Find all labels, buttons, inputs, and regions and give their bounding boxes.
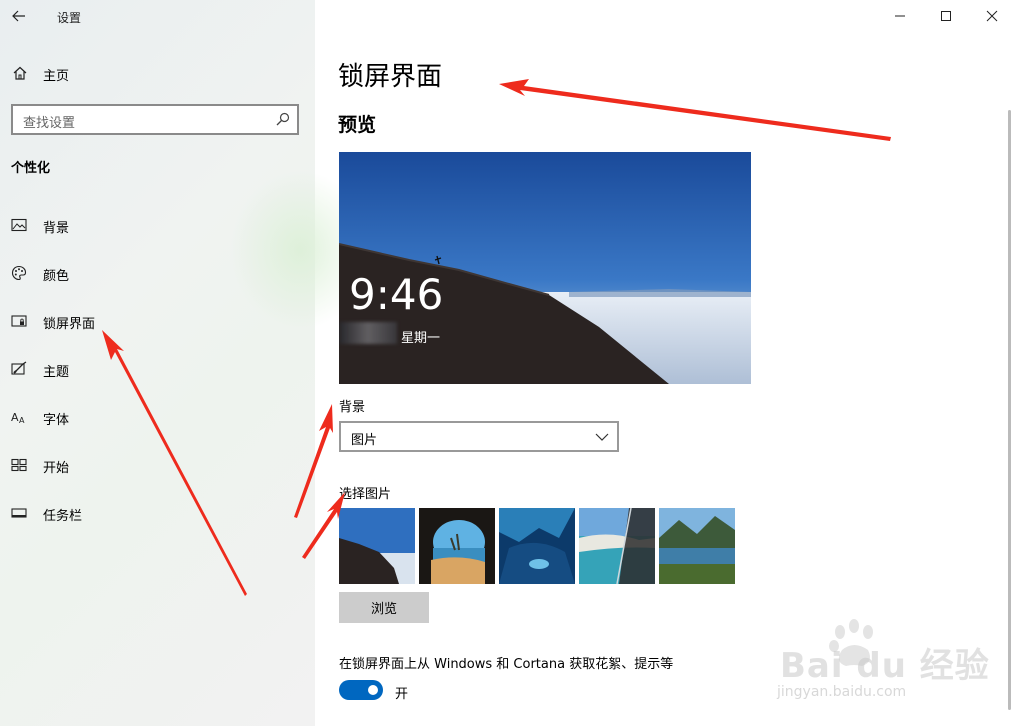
home-label: 主页 <box>43 69 70 84</box>
picture-thumbnail-3[interactable] <box>499 508 575 584</box>
back-button[interactable] <box>6 4 32 28</box>
minimize-button[interactable] <box>877 0 923 32</box>
picture-icon <box>11 218 27 232</box>
lockscreen-time: 9:46 <box>349 270 444 319</box>
background-select[interactable]: 图片 <box>339 421 619 452</box>
home-icon <box>13 66 27 80</box>
tips-toggle-state: 开 <box>395 687 409 702</box>
sidebar: 设置 主页 查找设置 个性化 背景 颜色 锁屏界面 主题 AA 字体 开始 任务… <box>0 0 370 726</box>
sidebar-item-fonts[interactable]: AA 字体 <box>0 400 315 434</box>
picture-thumbnail-2[interactable] <box>419 508 495 584</box>
sidebar-item-label: 开始 <box>43 461 70 476</box>
back-arrow-icon <box>12 10 25 22</box>
background-select-value: 图片 <box>351 433 378 448</box>
close-icon <box>986 10 998 22</box>
choose-picture-label: 选择图片 <box>339 487 392 502</box>
tips-toggle[interactable] <box>339 680 383 700</box>
sidebar-item-label: 锁屏界面 <box>43 317 96 332</box>
lockscreen-icon <box>11 315 27 327</box>
search-placeholder: 查找设置 <box>23 116 76 131</box>
lockscreen-preview: 9:46 星期一 <box>339 152 751 384</box>
thumbnail-lake <box>659 508 735 584</box>
maximize-icon <box>941 11 951 21</box>
blurred-date <box>339 322 397 344</box>
palette-icon <box>11 265 27 281</box>
minimize-icon <box>895 15 905 17</box>
page-title: 锁屏界面 <box>338 62 443 92</box>
chevron-down-icon <box>595 433 609 441</box>
toggle-knob <box>368 685 378 695</box>
thumbnail-ice-cave <box>499 508 575 584</box>
preview-title: 预览 <box>338 114 377 136</box>
taskbar-icon <box>11 508 27 518</box>
sidebar-item-colors[interactable]: 颜色 <box>0 256 315 290</box>
preview-image <box>339 152 751 384</box>
sidebar-item-label: 主题 <box>43 365 70 380</box>
picture-thumbnail-1[interactable] <box>339 508 415 584</box>
theme-icon <box>11 361 27 375</box>
picture-thumbnail-5[interactable] <box>659 508 735 584</box>
lockscreen-weekday: 星期一 <box>401 331 441 346</box>
tips-label: 在锁屏界面上从 Windows 和 Cortana 获取花絮、提示等 <box>339 657 674 672</box>
thumbnail-mountain-clouds <box>339 508 415 584</box>
scrollbar[interactable] <box>1008 110 1011 710</box>
font-icon: AA <box>11 411 25 425</box>
app-title: 设置 <box>57 11 82 25</box>
sidebar-item-label: 字体 <box>43 413 70 428</box>
watermark-url: jingyan.baidu.com <box>777 684 907 700</box>
sidebar-item-background[interactable]: 背景 <box>0 208 315 242</box>
start-icon <box>11 458 27 472</box>
close-button[interactable] <box>969 0 1015 32</box>
sidebar-item-lockscreen[interactable]: 锁屏界面 <box>0 304 315 338</box>
picture-thumbnail-4[interactable] <box>579 508 655 584</box>
sidebar-item-taskbar[interactable]: 任务栏 <box>0 496 315 530</box>
svg-text:A: A <box>19 416 25 425</box>
browse-button[interactable]: 浏览 <box>339 592 429 623</box>
svg-text:A: A <box>11 411 19 424</box>
sidebar-item-start[interactable]: 开始 <box>0 448 315 482</box>
sidebar-item-themes[interactable]: 主题 <box>0 352 315 386</box>
sidebar-item-label: 颜色 <box>43 269 70 284</box>
maximize-button[interactable] <box>923 0 969 32</box>
watermark-text: Bai du 经验 <box>780 646 990 686</box>
annotation-arrow-title <box>499 79 891 141</box>
section-title: 个性化 <box>11 161 51 176</box>
sidebar-item-home[interactable]: 主页 <box>0 58 315 90</box>
background-label: 背景 <box>339 400 366 415</box>
thumbnail-coast <box>579 508 655 584</box>
search-icon <box>276 112 290 126</box>
search-input[interactable]: 查找设置 <box>11 104 299 135</box>
sidebar-item-label: 任务栏 <box>43 509 83 524</box>
thumbnail-cave-beach <box>419 508 495 584</box>
sidebar-item-label: 背景 <box>43 221 70 236</box>
